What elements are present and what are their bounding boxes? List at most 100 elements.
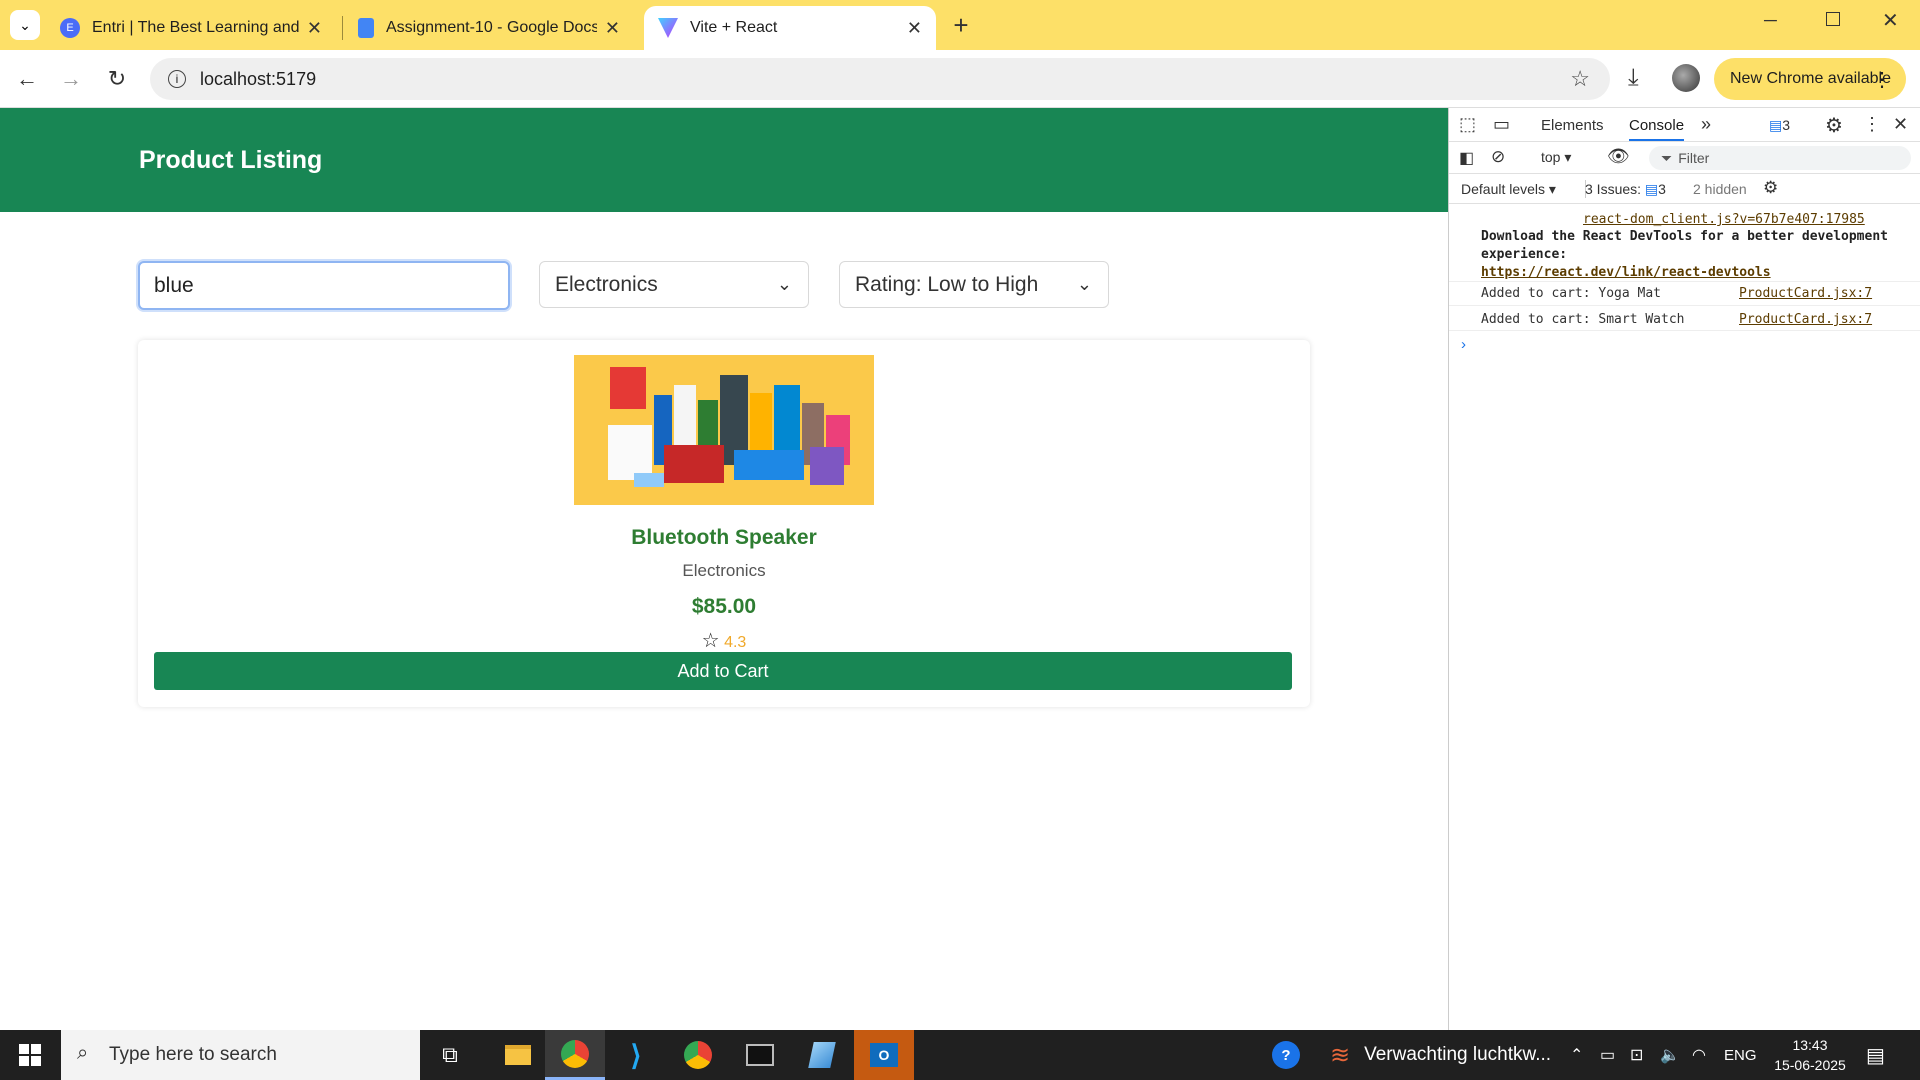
volume-icon[interactable]: 🔈 [1660,1030,1680,1080]
console-source-link[interactable]: react-dom_client.js?v=67b7e407:17985 [1583,212,1865,227]
wifi-icon[interactable]: ◠ [1692,1030,1706,1080]
close-icon[interactable]: ✕ [907,18,922,39]
help-icon[interactable]: ? [1272,1030,1300,1080]
divider [1449,281,1920,282]
windows-taskbar: ⌕ Type here to search ⧉ ⟩ O ? ≋ Verwacht… [0,1030,1920,1080]
close-window-button[interactable]: ✕ [1882,8,1899,33]
vite-favicon-icon [658,18,678,38]
task-view-icon: ⧉ [442,1042,458,1067]
avatar[interactable] [1672,64,1700,92]
address-bar[interactable]: i localhost:5179 ☆ [150,58,1610,100]
task-view-button[interactable]: ⧉ [420,1030,480,1080]
gear-icon[interactable]: ⚙ [1825,113,1843,138]
devtools-tabbar: ⬚ ▭ Elements Console » ▤3 ⚙ ⋮ ✕ [1449,108,1920,142]
category-select[interactable]: Electronics ⌄ [539,261,809,308]
star-icon: ☆ [701,630,720,652]
download-icon[interactable]: ⤓ [1628,64,1639,92]
device-toolbar-icon[interactable]: ▭ [1493,114,1510,135]
minimize-button[interactable]: ─ [1764,10,1777,31]
issues-counter[interactable]: ▤3 [1769,117,1790,134]
browser-tab-entri[interactable]: E Entri | The Best Learning and Pr ✕ [46,6,336,50]
entri-favicon-icon: E [60,18,80,38]
start-button[interactable] [0,1030,60,1080]
battery-icon[interactable]: ▭ [1600,1030,1615,1080]
close-icon[interactable]: ✕ [1893,114,1908,135]
search-icon: ⌕ [77,1042,89,1064]
file-explorer-button[interactable] [488,1030,548,1080]
bookmark-star-icon[interactable]: ☆ [1570,66,1590,92]
issues-count: 3 [1782,117,1791,133]
chrome-taskbar-button[interactable] [545,1030,605,1080]
restore-button[interactable] [1826,12,1840,26]
close-icon[interactable]: ✕ [307,18,322,39]
category-select-value: Electronics [555,272,658,296]
tab-elements[interactable]: Elements [1541,117,1604,134]
divider [1449,330,1920,331]
close-icon[interactable]: ✕ [605,18,620,39]
tab-console[interactable]: Console [1629,117,1685,141]
console-source-link[interactable]: ProductCard.jsx:7 [1739,286,1872,301]
site-info-icon[interactable]: i [168,70,186,88]
console-levels-bar: Default levels ▾ 3 Issues: ▤3 2 hidden ⚙ [1449,174,1920,204]
filter-placeholder: Filter [1678,150,1710,166]
terminal-icon [746,1044,774,1066]
add-to-cart-button[interactable]: Add to Cart [154,652,1292,690]
tab-title: Assignment-10 - Google Docs [386,19,597,36]
terminal-taskbar-button[interactable] [730,1030,790,1080]
outlook-taskbar-button[interactable]: O [854,1030,914,1080]
forward-button[interactable]: → [54,62,88,96]
tab-title: Vite + React [690,19,778,36]
chrome-taskbar-button-2[interactable] [668,1030,728,1080]
browser-tab-vite[interactable]: Vite + React ✕ [644,6,936,50]
react-devtools-link[interactable]: https://react.dev/link/react-devtools [1481,265,1771,280]
chevron-up-icon[interactable]: ⌃ [1570,1030,1583,1080]
weather-widget[interactable]: ≋ Verwachting luchtkw... [1330,1030,1551,1080]
clear-console-icon[interactable]: ⊘ [1491,147,1505,167]
product-card: Bluetooth Speaker Electronics $85.00 ☆ 4… [138,340,1310,707]
divider [1449,305,1920,306]
vscode-taskbar-button[interactable]: ⟩ [606,1030,666,1080]
tab-separator [342,16,343,40]
more-vert-icon[interactable]: ⋮ [1863,114,1881,135]
issues-summary[interactable]: 3 Issues: ▤3 [1585,181,1666,198]
eye-icon[interactable]: 👁 [1607,146,1630,167]
app-taskbar-button[interactable] [792,1030,852,1080]
levels-select[interactable]: Default levels ▾ [1461,181,1556,198]
language-indicator[interactable]: ENG [1724,1030,1757,1080]
hidden-count: 2 hidden [1693,181,1747,197]
more-tabs-icon[interactable]: » [1701,114,1711,135]
browser-tab-docs[interactable]: Assignment-10 - Google Docs ✕ [344,6,634,50]
back-button[interactable]: ← [10,62,44,96]
sidebar-toggle-icon[interactable]: ◧ [1459,148,1474,168]
product-name: Bluetooth Speaker [631,526,817,549]
filter-input[interactable]: ⏷ Filter [1649,146,1911,170]
notifications-icon[interactable]: ▤ [1866,1030,1885,1080]
console-prompt-chevron-icon[interactable]: › [1461,336,1466,353]
filter-icon: ⏷ [1661,149,1673,166]
clock-date: 15-06-2025 [1774,1057,1846,1073]
clock[interactable]: 13:43 15-06-2025 [1770,1030,1850,1080]
new-tab-button[interactable]: + [946,10,976,40]
gear-icon[interactable]: ⚙ [1763,178,1778,198]
reload-button[interactable]: ↻ [100,62,134,96]
weather-icon: ≋ [1330,1041,1351,1069]
inspect-element-icon[interactable]: ⬚ [1459,114,1476,135]
context-select[interactable]: top ▾ [1541,149,1571,166]
docs-favicon-icon [358,18,374,38]
browser-tab-strip: ⌄ E Entri | The Best Learning and Pr ✕ A… [0,0,1920,50]
network-status-icon[interactable]: ⊡ [1630,1030,1643,1080]
product-image [574,355,874,505]
outlook-icon: O [870,1043,898,1067]
product-category: Electronics [682,561,766,580]
console-source-link[interactable]: ProductCard.jsx:7 [1739,312,1872,327]
sort-select[interactable]: Rating: Low to High ⌄ [839,261,1109,308]
console-message: Added to cart: Smart Watch [1481,312,1685,327]
taskbar-search[interactable]: ⌕ Type here to search [61,1030,420,1080]
tab-search-button[interactable]: ⌄ [10,10,40,40]
web-page: Product Listing blue Electronics ⌄ Ratin… [0,108,1448,1030]
clock-time: 13:43 [1792,1037,1828,1053]
url-text: localhost:5179 [200,68,317,89]
new-chrome-available-button[interactable]: New Chrome available ⋮ [1714,58,1906,100]
search-input[interactable]: blue [138,261,510,310]
issues-label: 3 Issues: [1585,181,1642,197]
